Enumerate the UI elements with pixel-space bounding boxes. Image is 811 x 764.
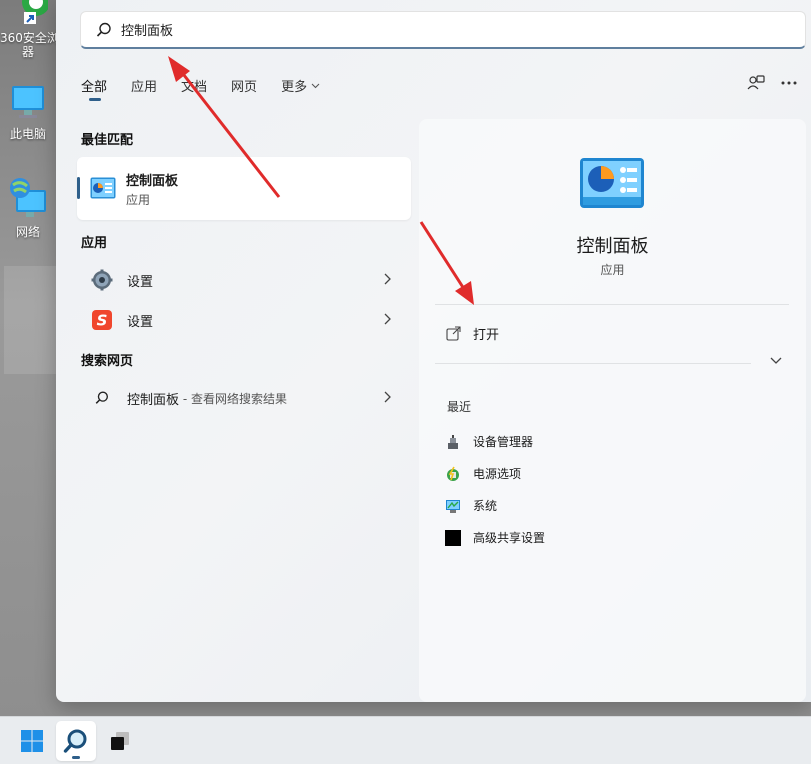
- 360-browser-icon: [0, 0, 56, 29]
- start-button[interactable]: [12, 721, 52, 761]
- desktop-icon-label: 网络: [15, 225, 40, 239]
- chevron-right-icon: [384, 391, 391, 403]
- recent-item-system[interactable]: 系统: [445, 497, 497, 514]
- recent-heading: 最近: [447, 400, 472, 414]
- desktop-selection: [4, 266, 56, 374]
- tab-more[interactable]: 更多: [281, 76, 320, 95]
- best-match-item[interactable]: 控制面板 应用: [77, 157, 411, 220]
- taskbar: [0, 716, 811, 764]
- chevron-right-icon: [384, 273, 391, 285]
- svg-text:S: S: [97, 312, 108, 330]
- desktop-icon-computer[interactable]: 此电脑: [0, 82, 56, 141]
- web-search-heading: 搜索网页: [81, 354, 134, 369]
- best-match-title: 控制面板: [126, 174, 179, 189]
- recent-item-advanced-sharing[interactable]: 高级共享设置: [445, 529, 545, 546]
- open-action[interactable]: 打开: [446, 324, 499, 343]
- network-icon: [0, 176, 56, 223]
- power-options-icon: [447, 466, 459, 481]
- app-result-label: 设置: [127, 314, 154, 330]
- recent-item-power-options[interactable]: 电源选项: [445, 465, 521, 482]
- apps-heading: 应用: [81, 236, 108, 251]
- app-result-sogou-settings[interactable]: S 设置: [77, 302, 411, 338]
- divider: [435, 304, 789, 305]
- system-icon: [446, 499, 460, 513]
- tab-all[interactable]: 全部: [81, 76, 107, 101]
- gear-icon: [91, 269, 113, 291]
- app-result-settings[interactable]: 设置: [77, 262, 411, 298]
- web-search-result[interactable]: 控制面板 - 查看网络搜索结果: [77, 380, 411, 416]
- desktop-icon-label: 此电脑: [9, 127, 46, 141]
- web-search-suffix: - 查看网络搜索结果: [179, 391, 287, 406]
- task-view-button[interactable]: [100, 721, 140, 761]
- device-manager-icon: [448, 434, 458, 449]
- control-panel-icon: [90, 177, 116, 203]
- app-result-label: 设置: [127, 274, 154, 290]
- search-panel: 全部 应用 文档 网页 更多 最佳匹配: [56, 0, 811, 702]
- desktop-icon-360-browser[interactable]: 360安全浏 器: [0, 0, 59, 59]
- computer-icon: [0, 82, 56, 125]
- tab-apps[interactable]: 应用: [131, 76, 157, 95]
- detail-title: 控制面板: [576, 236, 649, 257]
- desktop-icon-network[interactable]: 网络: [0, 176, 56, 239]
- chevron-down-icon[interactable]: [770, 357, 782, 365]
- chevron-down-icon: [311, 83, 320, 88]
- panel-actions: [747, 74, 797, 92]
- search-box[interactable]: [80, 11, 806, 49]
- search-input[interactable]: [121, 22, 721, 37]
- start-icon: [21, 730, 43, 752]
- sharing-settings-icon: [445, 529, 461, 546]
- more-options-icon[interactable]: [781, 81, 797, 85]
- selection-indicator: [77, 177, 80, 199]
- recent-item-label: 电源选项: [473, 467, 522, 481]
- control-panel-icon: [579, 157, 645, 213]
- web-search-query: 控制面板: [127, 392, 180, 408]
- open-label: 打开: [473, 328, 500, 343]
- filter-tabs: 全部 应用 文档 网页 更多: [81, 76, 344, 101]
- tab-documents[interactable]: 文档: [181, 76, 207, 95]
- best-match-heading: 最佳匹配: [81, 133, 134, 148]
- tab-more-label: 更多: [281, 80, 308, 95]
- desktop-icon-label: 360安全浏 器: [0, 31, 59, 59]
- detail-subtitle: 应用: [600, 263, 625, 277]
- tab-web[interactable]: 网页: [231, 76, 257, 95]
- account-switch-icon[interactable]: [747, 74, 765, 92]
- search-icon: [96, 22, 111, 37]
- recent-item-label: 设备管理器: [473, 435, 534, 449]
- recent-item-label: 系统: [473, 499, 498, 513]
- search-icon: [91, 387, 113, 409]
- search-icon: [63, 729, 87, 753]
- taskbar-search-button[interactable]: [56, 721, 96, 761]
- recent-item-label: 高级共享设置: [473, 531, 546, 545]
- open-external-icon: [446, 326, 461, 341]
- best-match-subtitle: 应用: [126, 193, 151, 207]
- sogou-icon: S: [91, 309, 113, 331]
- chevron-right-icon: [384, 313, 391, 325]
- task-view-icon: [111, 732, 129, 750]
- divider: [435, 363, 751, 364]
- recent-item-device-manager[interactable]: 设备管理器: [445, 433, 533, 450]
- detail-pane: 控制面板 应用 打开 最近 设备管理器 电源选项 系统 高级共享设置: [419, 119, 806, 702]
